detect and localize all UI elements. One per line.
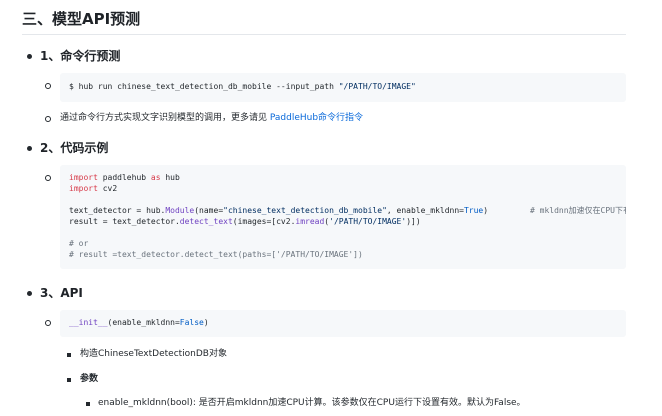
cli-path: "/PATH/TO/IMAGE": [338, 82, 416, 91]
api-description: 构造ChineseTextDetectionDB对象: [80, 349, 227, 359]
bullet-square: [67, 378, 71, 382]
bullet-circle: [45, 175, 51, 181]
cli-command-text: hub run chinese_text_detection_db_mobile…: [78, 82, 339, 91]
document-page: 三、模型API预测 1、命令行预测 $ hub run chinese_text…: [0, 0, 662, 416]
api-signature-block[interactable]: __init__(enable_mkldnn=False): [60, 310, 626, 337]
code-line-2: import cv2: [69, 184, 118, 193]
keyword: import: [69, 184, 98, 193]
bullet-circle: [45, 116, 51, 122]
code-line-8: # result =text_detector.detect_text(path…: [69, 250, 363, 259]
bullet-disc: [27, 54, 32, 59]
heading-divider: [22, 34, 626, 35]
api-params-label: 参数: [80, 374, 99, 384]
code-example-block[interactable]: import paddlehub as hub import cv2 text_…: [60, 165, 626, 269]
cli-note: 通过命令行方式实现文字识别模型的调用，更多请见 PaddleHub命令行指令: [60, 112, 363, 125]
code-line-7: # or: [69, 239, 89, 248]
code-line-4-comment: # mkldnn加速仅在CPU下有效: [530, 206, 626, 215]
code-line-4: text_detector = hub.Module(name="chinese…: [69, 206, 489, 215]
keyword: import: [69, 173, 98, 182]
subsection-title-api: 3、API: [40, 286, 83, 300]
bullet-circle: [45, 320, 51, 326]
bullet-disc: [27, 291, 32, 296]
section-heading: 三、模型API预测: [22, 10, 141, 28]
bullet-disc: [27, 146, 32, 151]
api-param-enable-mkldnn: enable_mkldnn(bool): 是否开启mkldnn加速CPU计算。该…: [98, 398, 526, 408]
bullet-square: [67, 353, 71, 357]
subsection-title-code: 2、代码示例: [40, 141, 109, 155]
subsection-title-cli: 1、命令行预测: [40, 49, 121, 63]
api-signature: __init__(enable_mkldnn=False): [69, 318, 209, 327]
bullet-square: [86, 402, 90, 406]
paddlehub-cli-link[interactable]: PaddleHub命令行指令: [270, 113, 363, 123]
code-line-1: import paddlehub as hub: [69, 173, 180, 182]
keyword: as: [150, 173, 161, 182]
cli-command: $ hub run chinese_text_detection_db_mobi…: [69, 82, 416, 93]
cli-note-text: 通过命令行方式实现文字识别模型的调用，更多请见: [60, 113, 270, 123]
cli-prompt: $: [69, 82, 79, 91]
cli-code-block[interactable]: $ hub run chinese_text_detection_db_mobi…: [60, 73, 626, 102]
code-line-5: result = text_detector.detect_text(image…: [69, 217, 421, 226]
bullet-circle: [45, 83, 51, 89]
